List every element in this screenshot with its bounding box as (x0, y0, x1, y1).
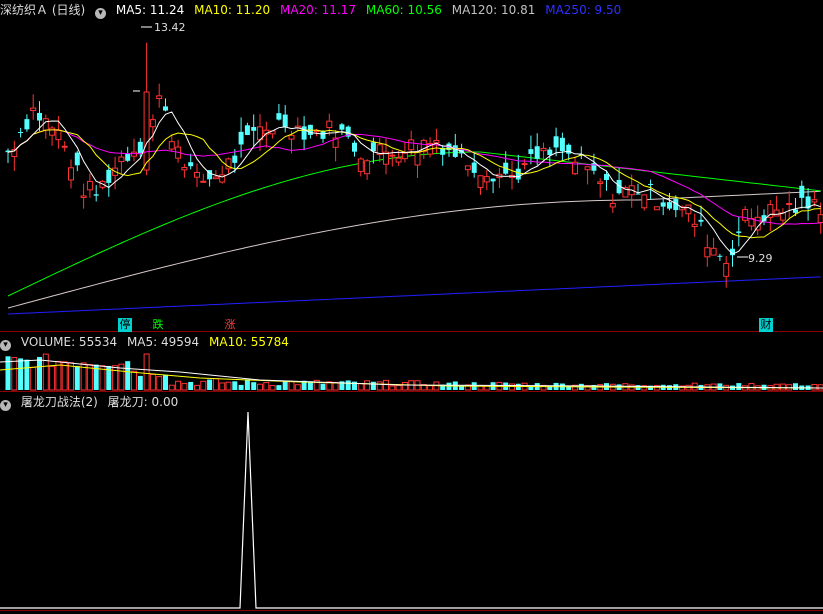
low-price-label: 9.29 (748, 252, 773, 265)
ma60-label: MA60: 10.56 (365, 3, 442, 17)
stock-title: 深纺织Ａ (日线) (0, 3, 86, 17)
ma250-label: MA250: 9.50 (545, 3, 622, 17)
chevron-down-icon[interactable]: ▾ (0, 400, 11, 411)
ma10-label: MA10: 11.20 (194, 3, 271, 17)
volume-ma10: MA10: 55784 (209, 335, 289, 349)
signal-marker-rise[interactable]: 涨 (223, 318, 237, 332)
bottom-border (0, 610, 823, 611)
volume-panel-header: ▾ VOLUME: 55534 MA5: 49594 MA10: 55784 (0, 332, 823, 352)
volume-value: VOLUME: 55534 (20, 335, 118, 349)
signal-marker-stop[interactable]: 停 (118, 318, 132, 332)
volume-bars (0, 353, 823, 391)
kline-chart-canvas[interactable]: 13.42 9.29 (0, 0, 823, 614)
indicator-value: 屠龙刀: 0.00 (107, 395, 179, 409)
ma5-label: MA5: 11.24 (115, 3, 185, 17)
ma120-label: MA120: 10.81 (451, 3, 536, 17)
candlesticks (5, 42, 823, 288)
tulongdao-indicator-line (0, 411, 823, 609)
chevron-down-icon[interactable]: ▾ (95, 8, 107, 19)
price-annotations: 13.42 9.29 (133, 21, 773, 265)
ma120-line (7, 190, 821, 309)
volume-ma5: MA5: 49594 (126, 335, 200, 349)
signal-marker-finance[interactable]: 财 (759, 318, 773, 332)
main-chart-header: 深纺织Ａ (日线) ▾ MA5: 11.24 MA10: 11.20 MA20:… (0, 0, 823, 20)
ma250-line (7, 276, 821, 315)
chevron-down-icon[interactable]: ▾ (0, 340, 11, 351)
signal-marker-fall[interactable]: 跌 (151, 318, 165, 332)
indicator-title: 屠龙刀战法(2) (20, 395, 98, 409)
high-price-label: 13.42 (154, 21, 186, 34)
indicator-panel-header: ▾ 屠龙刀战法(2) 屠龙刀: 0.00 (0, 392, 823, 412)
ma20-label: MA20: 11.17 (279, 3, 357, 17)
ma60-line (7, 151, 821, 297)
ma5-line (7, 111, 821, 255)
